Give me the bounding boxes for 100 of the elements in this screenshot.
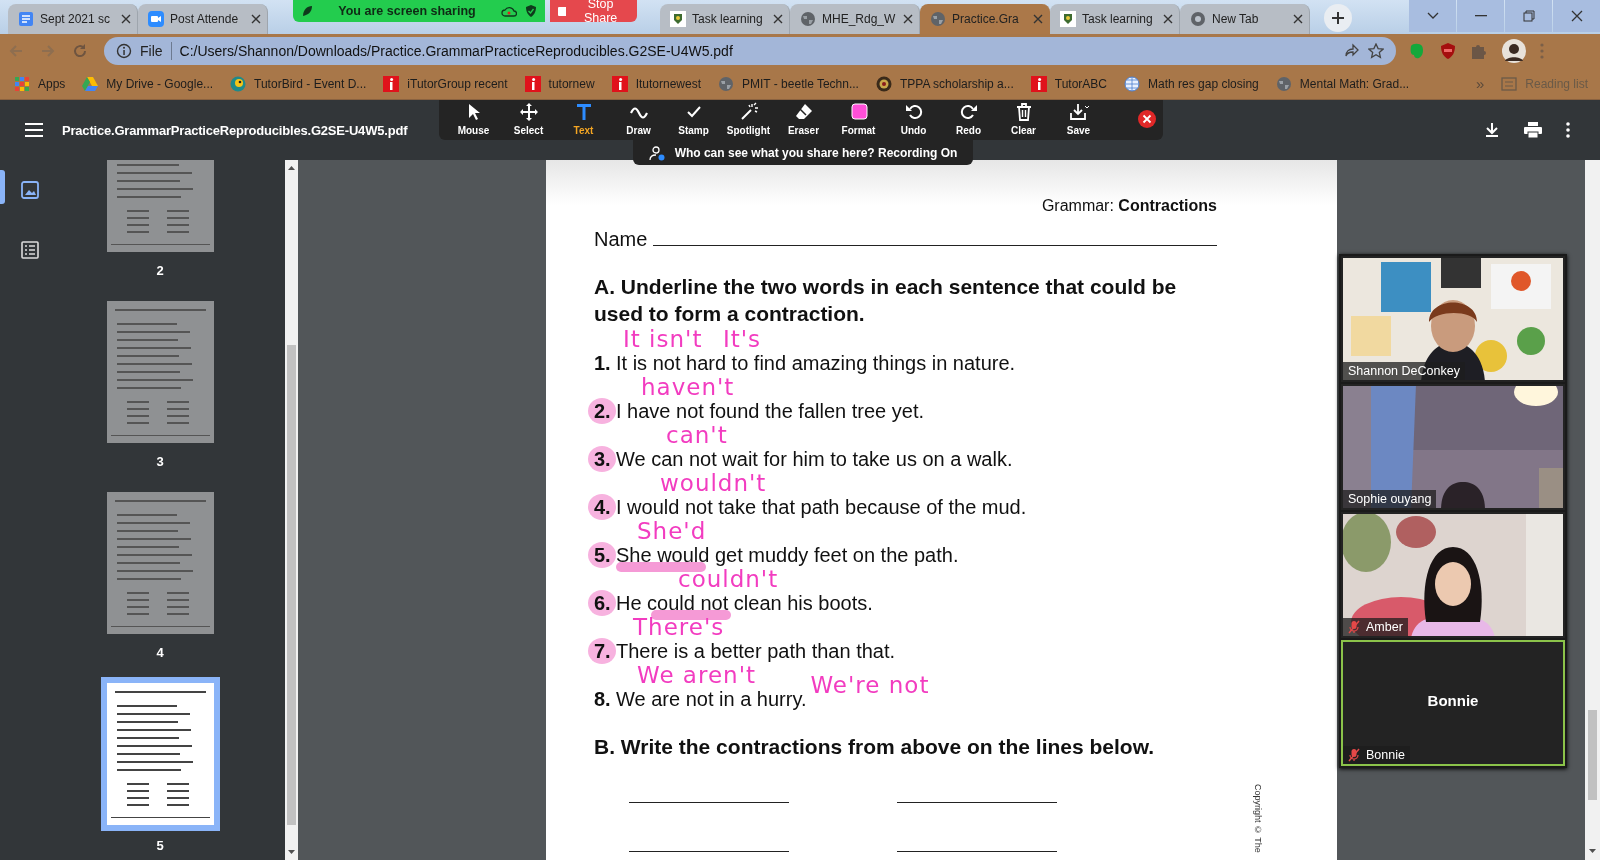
restore-icon (1522, 10, 1535, 22)
page-number: 4 (156, 644, 164, 662)
close-icon[interactable] (773, 14, 783, 24)
scroll-down-icon[interactable] (285, 847, 298, 857)
download-icon[interactable] (1484, 122, 1500, 138)
page-number: 2 (156, 262, 164, 280)
cloud-icon[interactable] (501, 5, 517, 17)
annotation-tool[interactable]: Format (831, 101, 886, 136)
page-number: 5 (156, 837, 164, 855)
bookmark[interactable]: PMIT - beetle Techn... (718, 75, 859, 92)
annotation-tool[interactable]: Select (501, 101, 556, 136)
close-icon[interactable] (121, 14, 131, 24)
close-icon[interactable] (903, 14, 913, 24)
browser-tab[interactable]: New Tab (1180, 4, 1310, 34)
save-icon (1068, 101, 1089, 122)
page-thumbnail[interactable] (106, 492, 214, 634)
bookmark[interactable]: My Drive - Google... (82, 75, 214, 92)
scrollbar[interactable] (1585, 160, 1600, 860)
video-camera-icon (148, 11, 164, 27)
share-icon[interactable] (1344, 43, 1360, 59)
bookmark[interactable]: TutorABC (1030, 75, 1108, 92)
annotation-tool[interactable]: Stamp (666, 101, 721, 136)
browser-tab[interactable]: Task learning (1050, 4, 1180, 34)
handwritten-note: We aren't (637, 663, 756, 687)
logo-icon (524, 75, 541, 92)
annotation-tool[interactable]: Mouse (446, 101, 501, 136)
thumbnails-icon[interactable] (21, 181, 39, 199)
shield-icon[interactable] (1440, 42, 1456, 60)
annotation-tool[interactable]: Draw (611, 101, 666, 136)
annotation-tool[interactable]: Spotlight (721, 101, 776, 136)
close-icon[interactable] (1138, 109, 1156, 128)
bookmark[interactable]: iTutorGroup recent (383, 75, 508, 92)
browser-icon (1190, 11, 1206, 27)
browser-tab[interactable]: Post Attende (138, 4, 268, 34)
browser-tab[interactable]: Sept 2021 sc (8, 4, 138, 34)
annotation-tool[interactable]: Redo (941, 101, 996, 136)
close-icon (1570, 10, 1583, 22)
browser-tab[interactable]: Practice.Gra (920, 4, 1050, 34)
close-icon[interactable] (1293, 14, 1303, 24)
logo-icon (1030, 75, 1047, 92)
sentence-text: I would not take that path because of the mud. (616, 495, 1027, 519)
browser-tab[interactable]: MHE_Rdg_W (790, 4, 920, 34)
annotation-tool[interactable]: Clear (996, 101, 1051, 136)
handwritten-note: She'd (637, 519, 707, 543)
bookmark[interactable]: tutornew (524, 75, 595, 92)
sentence-text: I have not found the fallen tree yet. (616, 399, 924, 423)
close-icon[interactable] (1163, 14, 1173, 24)
sharing-notice[interactable]: Who can see what you share here? Recording On (633, 140, 973, 165)
bookmark[interactable]: Apps (14, 75, 66, 92)
print-icon[interactable] (1524, 122, 1542, 138)
star-icon[interactable] (1368, 43, 1384, 59)
scroll-thumb[interactable] (1588, 710, 1597, 800)
annotation-tool[interactable]: Save (1051, 101, 1106, 136)
avatar-icon[interactable] (1502, 39, 1526, 63)
participant-name: Shannon DeConkey (1348, 364, 1460, 378)
sentence-text: There is a better path than that. (616, 639, 896, 663)
apps-grid-icon (14, 75, 30, 92)
bird-icon (230, 75, 247, 92)
menu-icon[interactable] (25, 123, 43, 137)
shield-icon[interactable] (525, 4, 537, 18)
browser-tab[interactable]: Task learning (660, 4, 790, 34)
address-bar[interactable]: File C:/Users/Shannon/Downloads/Practice.GrammarPracticeReproducibles.G2SE-U4W5.pdf (104, 37, 1396, 65)
drive-icon (82, 75, 99, 92)
move-icon (518, 101, 539, 122)
question-number: 5. (588, 542, 616, 568)
info-icon[interactable] (116, 43, 132, 59)
close-icon[interactable] (251, 14, 261, 24)
crest-icon (670, 11, 686, 27)
annotation-tool[interactable]: Text (556, 101, 611, 136)
scrollbar[interactable] (285, 160, 298, 860)
question-number: 1. (593, 351, 612, 376)
annotation-tool[interactable]: Undo (886, 101, 941, 136)
sentence-text: We can not wait for him to take us on a walk. (616, 447, 1013, 471)
page-thumbnail[interactable] (100, 677, 220, 831)
scroll-up-icon[interactable] (285, 163, 298, 173)
handwritten-note: wouldn't (660, 471, 767, 495)
sentence-text: It is not hard to find amazing things in nature. (616, 351, 1016, 375)
stop-icon (558, 6, 567, 16)
scroll-thumb[interactable] (287, 345, 296, 825)
globe-icon (1275, 75, 1292, 92)
plus-icon (1331, 11, 1345, 25)
bookmark[interactable]: Mental Math: Grad... (1275, 75, 1410, 92)
bookmark[interactable]: Itutornewest (611, 75, 701, 92)
handwritten-note: We're not (810, 673, 930, 697)
question-number: 4. (588, 494, 616, 520)
annotation-tool[interactable]: Eraser (776, 101, 831, 136)
sharing-status: You are screen sharing (337, 4, 477, 18)
stop-share-button[interactable]: Stop Share (550, 0, 637, 22)
page-thumbnail[interactable] (106, 301, 214, 443)
question-number: 7. (588, 638, 616, 664)
more-icon[interactable] (1566, 122, 1570, 138)
bookmark[interactable]: Math res gap closing (1124, 75, 1259, 92)
bookmark[interactable]: TutorBird - Event D... (230, 75, 367, 92)
question-number: 2. (588, 398, 616, 424)
bookmark[interactable]: TPPA scholarship a... (875, 75, 1014, 92)
reading-list-icon (1501, 76, 1518, 91)
new-tab-button[interactable] (1324, 4, 1352, 32)
outline-icon[interactable] (21, 241, 39, 259)
eraser-icon (793, 101, 814, 122)
copyright-text: Copyright © The (1253, 784, 1263, 853)
